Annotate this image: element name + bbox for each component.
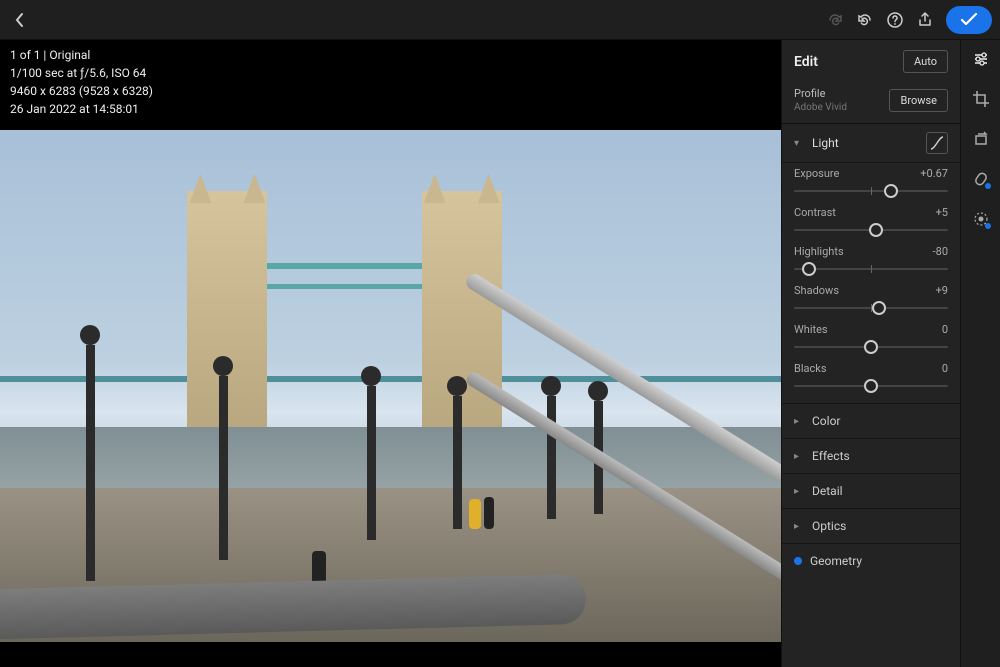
redo-icon[interactable] [820,5,850,35]
slider-highlights[interactable]: Highlights-80 [782,241,960,280]
meta-timestamp: 26 Jan 2022 at 14:58:01 [10,100,153,118]
auto-button[interactable]: Auto [903,50,948,73]
modified-dot-icon [794,557,802,565]
chevron-right-icon: ▸ [794,521,806,532]
slider-exposure[interactable]: Exposure+0.67 [782,163,960,202]
panel-title: Edit [794,54,818,70]
done-button[interactable] [946,6,992,34]
meta-dimensions: 9460 x 6283 (9528 x 6328) [10,82,153,100]
back-button[interactable] [8,8,32,32]
section-light-label: Light [812,136,926,150]
help-icon[interactable] [880,5,910,35]
meta-exposure: 1/100 sec at ƒ/5.6, ISO 64 [10,64,153,82]
chevron-right-icon: ▸ [794,486,806,497]
slider-contrast[interactable]: Contrast+5 [782,202,960,241]
share-icon[interactable] [910,5,940,35]
crop-icon[interactable] [970,88,992,110]
edit-sliders-icon[interactable] [970,48,992,70]
section-geometry[interactable]: Geometry [782,543,960,578]
section-light[interactable]: ▾ Light [782,124,960,163]
masking-icon[interactable] [970,208,992,230]
healing-icon[interactable] [970,168,992,190]
slider-shadows[interactable]: Shadows+9 [782,280,960,319]
tone-curve-button[interactable] [926,132,948,154]
section-detail[interactable]: ▸ Detail [782,473,960,508]
browse-button[interactable]: Browse [889,89,948,112]
chevron-right-icon: ▸ [794,451,806,462]
tool-rail [960,40,1000,667]
photo-metadata: 1 of 1 | Original 1/100 sec at ƒ/5.6, IS… [10,46,153,118]
section-color[interactable]: ▸ Color [782,403,960,438]
chevron-right-icon: ▸ [794,416,806,427]
section-optics[interactable]: ▸ Optics [782,508,960,543]
profile-name: Adobe Vivid [794,102,847,113]
meta-counter: 1 of 1 | Original [10,46,153,64]
photo-canvas [0,130,781,642]
section-effects[interactable]: ▸ Effects [782,438,960,473]
chevron-down-icon: ▾ [794,138,806,149]
slider-whites[interactable]: Whites0 [782,319,960,358]
profile-label: Profile [794,87,847,100]
slider-blacks[interactable]: Blacks0 [782,358,960,403]
edit-panel: Edit Auto Profile Adobe Vivid Browse ▾ L… [781,40,960,667]
rotate-icon[interactable] [970,128,992,150]
photo-viewport[interactable]: 1 of 1 | Original 1/100 sec at ƒ/5.6, IS… [0,40,781,667]
undo-icon[interactable] [850,5,880,35]
